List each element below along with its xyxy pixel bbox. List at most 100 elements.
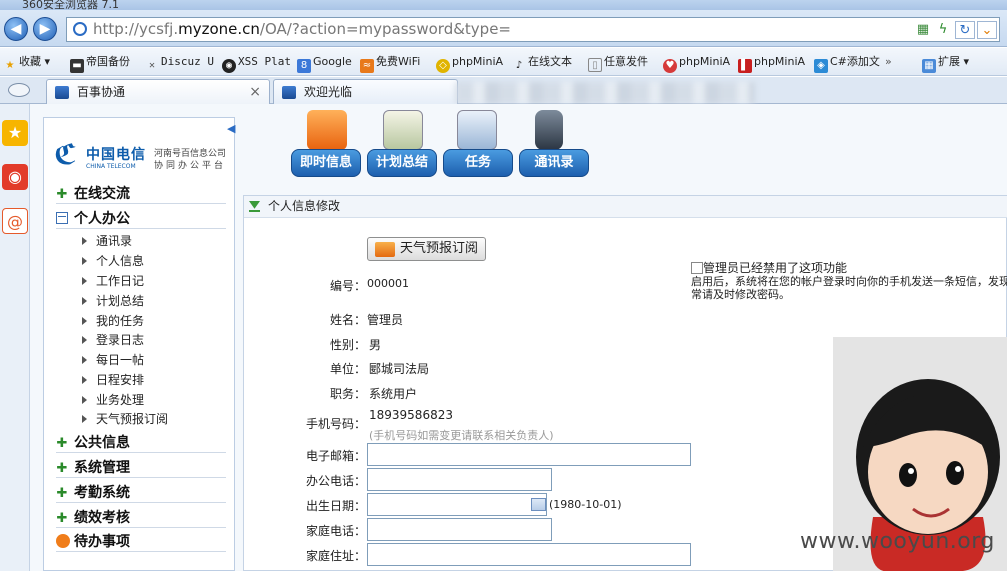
menu-item-weather[interactable]: 天气预报订阅 — [82, 410, 168, 428]
tab-welcome[interactable]: 欢迎光临 — [273, 79, 458, 104]
bookmarks-more[interactable]: » — [885, 54, 892, 70]
csharp-icon: ◈ — [814, 59, 828, 73]
menu-section-system[interactable]: ✚ 系统管理 — [56, 458, 226, 478]
tab-label: 百事协通 — [77, 85, 126, 99]
menu-item-tasks[interactable]: 我的任务 — [82, 312, 144, 330]
redacted-area — [455, 82, 755, 104]
telecom-mark-icon: ℭ — [54, 138, 77, 171]
mail-icon[interactable]: @ — [2, 208, 28, 234]
bookmark-item[interactable]: 8 Google — [297, 54, 352, 73]
sms-checkbox[interactable] — [691, 262, 703, 274]
office-phone-label: 办公电话： — [305, 474, 366, 488]
site-icon — [73, 22, 87, 36]
id-value: 000001 — [367, 277, 409, 290]
php-icon: ♥ — [663, 59, 677, 73]
bookmark-item[interactable]: ♥ phpMiniA — [663, 54, 730, 73]
plan-summary-button[interactable]: 计划总结 — [367, 149, 437, 177]
china-telecom-logo: ℭ 中国电信 CHINA TELECOM 河南号百信息公司 协同办公平台 — [54, 138, 227, 172]
window-title: 360安全浏览器 7.1 — [22, 0, 119, 10]
email-label: 电子邮箱： — [305, 449, 366, 463]
bookmark-item[interactable]: ♪ 在线文本 — [512, 54, 572, 71]
weibo-icon[interactable]: ◉ — [2, 164, 28, 190]
extensions-menu[interactable]: ▦ 扩展 ▾ — [922, 54, 969, 73]
arrow-right-icon — [82, 396, 87, 404]
browser-sidebar: ★ ◉ @ — [0, 104, 30, 571]
arrow-right-icon — [82, 415, 87, 423]
tab-baishi[interactable]: 百事协通 × — [46, 79, 270, 104]
plus-icon: ✚ — [56, 486, 68, 501]
arrow-right-icon — [82, 336, 87, 344]
rss-icon — [307, 110, 347, 150]
bookmark-item[interactable]: ◉ XSS Plat — [222, 54, 291, 73]
menu-section-personal[interactable]: 个人办公 — [56, 209, 226, 229]
php-icon: ▌ — [738, 59, 752, 73]
php-icon: ◇ — [436, 59, 450, 73]
bookmarks-bar: ★ 收藏 ▾ ▬ 帝国备份 ✕ Discuz U ◉ XSS Plat 8 Google … — [0, 48, 1007, 76]
plus-icon: ✚ — [56, 436, 68, 451]
favorites-star-icon[interactable]: ★ — [2, 120, 28, 146]
arrow-right-icon — [82, 356, 87, 364]
bookmark-item[interactable]: ◇ phpMiniA — [436, 54, 503, 73]
weather-subscribe-button[interactable]: 天气预报订阅 — [367, 237, 486, 261]
bookmark-item[interactable]: ▬ 帝国备份 — [70, 54, 130, 73]
home-phone-input[interactable] — [367, 518, 552, 541]
breadcrumb: 个人信息修改 — [244, 196, 1007, 218]
plus-icon: ✚ — [56, 187, 68, 202]
menu-section-public[interactable]: ✚ 公共信息 — [56, 433, 226, 453]
reload-icon[interactable]: ↻ — [955, 21, 975, 39]
contacts-button[interactable]: 通讯录 — [519, 149, 589, 177]
menu-section-performance[interactable]: ✚ 绩效考核 — [56, 508, 226, 528]
oa-toolbar: 即时信息 计划总结 任务 通讯录 — [235, 104, 1007, 186]
name-label: 姓名： — [329, 313, 366, 327]
qr-icon[interactable]: ▦ — [913, 21, 933, 39]
close-icon[interactable]: × — [249, 80, 261, 104]
office-phone-input[interactable] — [367, 468, 552, 491]
menu-item-login-log[interactable]: 登录日志 — [82, 331, 144, 349]
calendar-icon[interactable] — [531, 498, 546, 511]
star-icon: ★ — [5, 60, 15, 71]
bookmark-favorites[interactable]: ★ 收藏 ▾ — [3, 54, 51, 71]
doc-icon: ▬ — [70, 59, 84, 73]
title-value: 系统用户 — [369, 387, 418, 401]
menu-item-diary[interactable]: 工作日记 — [82, 272, 144, 290]
email-input[interactable] — [367, 443, 691, 466]
bookmark-item[interactable]: ✕ Discuz U — [145, 54, 214, 71]
menu-section-attendance[interactable]: ✚ 考勤系统 — [56, 483, 226, 503]
menu-section-todo[interactable]: 待办事项 — [56, 532, 226, 552]
url-input[interactable]: http://ycsfj.myzone.cn/OA/?action=mypass… — [66, 17, 1000, 42]
arrow-right-icon — [82, 297, 87, 305]
sms-notice: 管理员已经禁用了这项功能 启用后，系统将在您的帐户登录时向你的手机发送一条短信，… — [691, 262, 1007, 301]
notice-title: 管理员已经禁用了这项功能 — [703, 261, 848, 275]
menu-item-contacts[interactable]: 通讯录 — [82, 232, 132, 250]
forward-icon[interactable]: ▶ — [33, 17, 57, 41]
menu-item-schedule[interactable]: 日程安排 — [82, 371, 144, 389]
lightning-icon[interactable]: ϟ — [933, 21, 953, 39]
bookmark-item[interactable]: ▌ phpMiniA — [738, 54, 805, 73]
birth-date-input[interactable] — [367, 493, 547, 516]
menu-section-online[interactable]: ✚ 在线交流 — [56, 184, 226, 204]
bookmark-item[interactable]: ≈ 免费WiFi — [360, 54, 420, 73]
watermark: www.wooyun.org — [800, 529, 995, 554]
clock-icon — [56, 534, 70, 548]
plus-icon: ✚ — [56, 461, 68, 476]
url-domain: myzone.cn — [178, 20, 260, 38]
back-icon[interactable]: ◀ — [4, 17, 28, 41]
cloud-icon[interactable] — [8, 83, 30, 97]
birth-date-label: 出生日期： — [305, 499, 366, 513]
menu-item-plan[interactable]: 计划总结 — [82, 292, 144, 310]
menu-item-daily-post[interactable]: 每日一帖 — [82, 351, 144, 369]
bookmark-item[interactable]: ◈ C#添加文 — [814, 54, 880, 73]
text-icon: ♪ — [515, 60, 523, 71]
tab-label: 欢迎光临 — [304, 85, 353, 99]
bookmark-item[interactable]: ▯ 任意发件 — [588, 54, 648, 72]
menu-item-business[interactable]: 业务处理 — [82, 391, 144, 409]
chevron-down-icon[interactable]: ⌄ — [977, 21, 997, 39]
breadcrumb-title: 个人信息修改 — [268, 199, 341, 213]
arrow-right-icon — [82, 257, 87, 265]
shield-icon: ◉ — [222, 59, 236, 73]
home-address-input[interactable] — [367, 543, 691, 566]
menu-item-personal-info[interactable]: 个人信息 — [82, 252, 144, 270]
instant-message-button[interactable]: 即时信息 — [291, 149, 361, 177]
task-button[interactable]: 任务 — [443, 149, 513, 177]
google-icon: 8 — [297, 59, 311, 73]
